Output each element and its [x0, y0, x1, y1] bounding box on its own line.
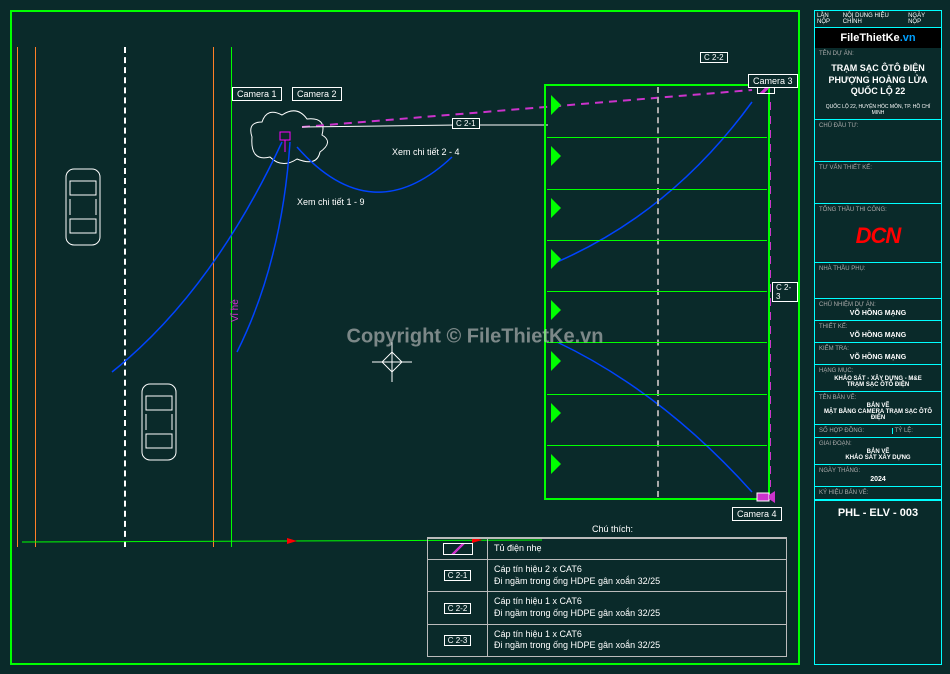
camera2-label: Camera 2	[292, 87, 342, 101]
tb-h3: NGÀY NỘP	[908, 13, 939, 25]
proj-t3: QUỐC LỘ 22	[821, 86, 935, 98]
pm-value: VÕ HỒNG MẠNG	[819, 308, 937, 317]
car-top	[64, 167, 102, 247]
dcn-logo: DCN	[819, 213, 937, 259]
tb-h1: LẦN NỘP	[817, 13, 843, 25]
subcontractor-label: NHÀ THẦU PHỤ:	[819, 266, 937, 272]
legend-title: Chú thích:	[592, 524, 633, 534]
drawing-canvas: Vỉ hè Camera 1 Camera 2 Xem chi tiết 2 -…	[10, 10, 800, 665]
proj-sub: QUỐC LỘ 22, HUYỆN HÓC MÔN, TP. HỒ CHÍ MI…	[819, 104, 937, 116]
dwg-name-value: BẢN VẼ MẶT BẰNG CAMERA TRẠM SẠC ÔTÔ ĐIỆN	[819, 401, 937, 421]
legend-sym-c21: C 2-1	[444, 570, 472, 581]
proj-t2: PHƯỢNG HOÀNG LỬA	[821, 75, 935, 87]
camera3-label: Camera 3	[748, 74, 798, 88]
owner-label: CHỦ ĐẦU TƯ:	[819, 123, 937, 129]
legend-row-0-text: Tủ điện nhẹ	[488, 539, 786, 559]
car-bottom	[140, 382, 178, 462]
legend-row-3-text: Cáp tín hiệu 1 x CAT6 Đi ngầm trong ống …	[488, 625, 786, 656]
dwg-code-label: KÝ HIỆU BẢN VẼ:	[819, 490, 937, 496]
detail-note-2-4: Xem chi tiết 2 - 4	[392, 147, 460, 157]
tb-h2: NỘI DUNG HIỆU CHỈNH	[843, 13, 908, 25]
checker-value: VÕ HỒNG MẠNG	[819, 352, 937, 361]
cable-tag-c22: C 2-2	[700, 52, 728, 63]
camera1-label: Camera 1	[232, 87, 282, 101]
legend-row-1-text: Cáp tín hiệu 2 x CAT6 Đi ngầm trong ống …	[488, 560, 786, 591]
camera4-symbol	[755, 489, 775, 509]
proj-t1: TRẠM SẠC ÔTÔ ĐIỆN	[821, 63, 935, 75]
legend-sym-c23: C 2-3	[444, 635, 472, 646]
cable-tag-c21: C 2-1	[452, 118, 480, 129]
drawing-number: PHL - ELV - 003	[815, 500, 941, 525]
camera4-label: Camera 4	[732, 507, 782, 521]
scale-label: TỶ LỆ:	[895, 428, 937, 434]
cable-tag-c23: C 2-3	[772, 282, 798, 302]
legend-sym-c22: C 2-2	[444, 603, 472, 614]
sidewalk-label: Vỉ hè	[230, 299, 241, 322]
brand-logo: FileThietKe.vn	[815, 28, 941, 48]
contract-label: SỐ HỢP ĐỒNG:	[819, 428, 890, 434]
camera-pole-detail	[242, 107, 332, 167]
panel-symbol-icon	[443, 543, 473, 555]
legend-table: Tủ điện nhẹ C 2-1 Cáp tín hiệu 2 x CAT6 …	[427, 537, 787, 657]
consultant-label: TƯ VẤN THIẾT KẾ:	[819, 165, 937, 171]
legend-row-2-text: Cáp tín hiệu 1 x CAT6 Đi ngầm trong ống …	[488, 592, 786, 623]
phase-value: BẢN VẼ KHẢO SÁT XÂY DỰNG	[819, 447, 937, 461]
designer-value: VÕ HỒNG MẠNG	[819, 330, 937, 339]
detail-note-1-9: Xem chi tiết 1 - 9	[297, 197, 365, 207]
parking-area	[547, 87, 767, 497]
date-value: 2024	[819, 474, 937, 483]
titleblock: LẦN NỘP NỘI DUNG HIỆU CHỈNH NGÀY NỘP Fil…	[814, 10, 942, 665]
road	[17, 47, 232, 547]
category-value: KHẢO SÁT - XÂY DỰNG - M&E TRẠM SẠC ÔTÔ Đ…	[819, 374, 937, 388]
